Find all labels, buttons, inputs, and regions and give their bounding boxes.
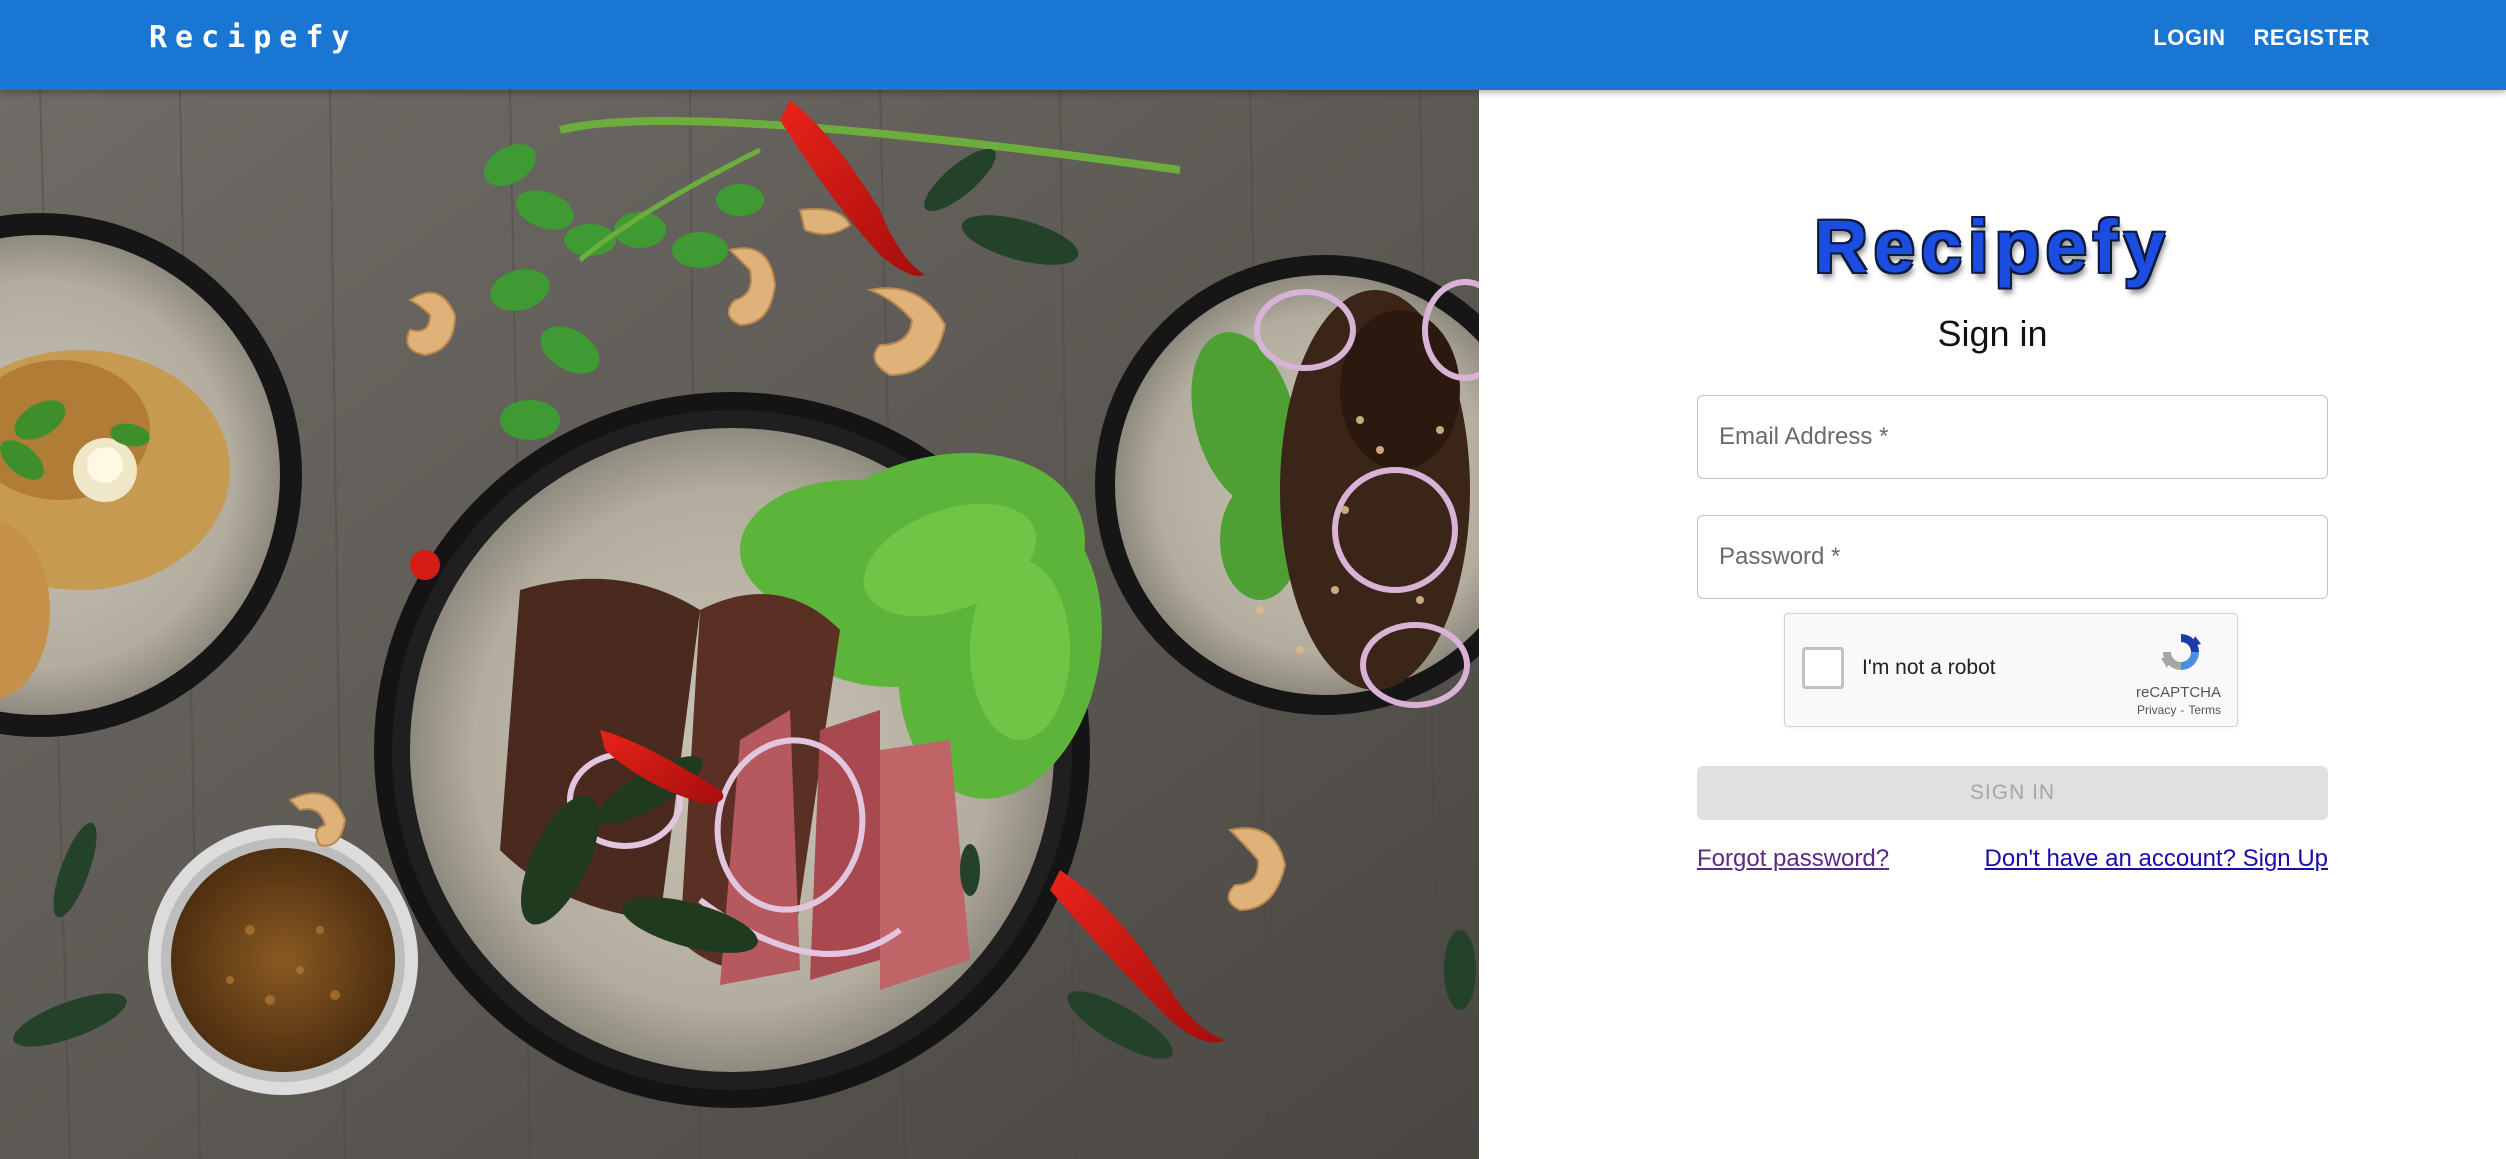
email-field <box>1697 395 2328 479</box>
recaptcha-widget: I'm not a robot reCAPTCHA Privacy - Term… <box>1784 613 2238 727</box>
forgot-password-link[interactable]: Forgot password? <box>1697 844 1889 874</box>
top-nav: LOGIN REGISTER <box>2153 24 2370 52</box>
signin-button[interactable]: SIGN IN <box>1697 766 2328 820</box>
email-input[interactable] <box>1698 396 2327 478</box>
recaptcha-label: I'm not a robot <box>1862 656 1996 679</box>
login-link[interactable]: LOGIN <box>2153 24 2225 52</box>
recaptcha-terms-link[interactable]: Terms <box>2188 703 2221 717</box>
recaptcha-privacy-link[interactable]: Privacy <box>2137 703 2176 717</box>
signin-panel: Recipefy Sign in I'm not a robot reCAPTC… <box>1479 90 2506 1159</box>
password-field <box>1697 515 2328 599</box>
signin-heading: Sign in <box>1937 313 2048 354</box>
hero-food-image <box>0 90 1479 1159</box>
signup-link[interactable]: Don't have an account? Sign Up <box>1985 844 2328 874</box>
app-brand[interactable]: Recipefy <box>149 20 358 56</box>
recaptcha-link-separator: - <box>2180 703 2185 717</box>
recaptcha-icon <box>2161 634 2201 670</box>
recaptcha-brand: reCAPTCHA <box>2135 684 2221 701</box>
food-photo-image <box>0 90 1479 1159</box>
signin-logo: Recipefy <box>1814 205 2171 288</box>
app-bar: Recipefy LOGIN REGISTER <box>0 0 2506 90</box>
register-link[interactable]: REGISTER <box>2254 24 2370 52</box>
password-input[interactable] <box>1698 516 2327 598</box>
recaptcha-links: Privacy - Terms <box>2137 703 2221 717</box>
recaptcha-checkbox[interactable] <box>1802 647 1844 689</box>
